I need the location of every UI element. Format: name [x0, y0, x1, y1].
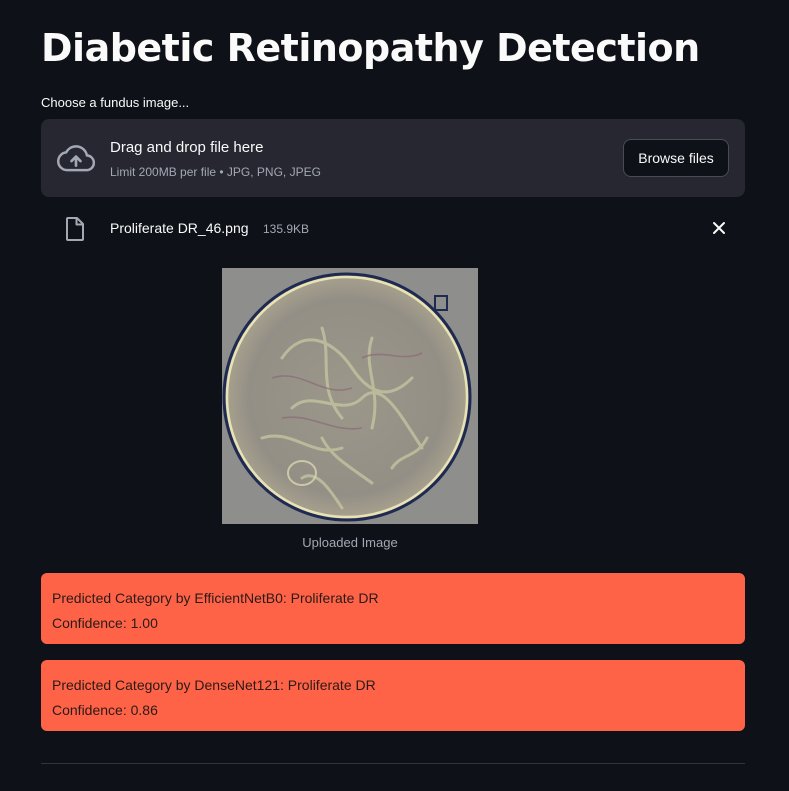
dropzone-instructions: Drag and drop file here: [110, 139, 264, 156]
uploaded-file-size: 135.9KB: [263, 222, 310, 236]
cloud-upload-icon: [57, 145, 95, 172]
prediction-result-densenet: Predicted Category by DenseNet121: Proli…: [41, 660, 745, 731]
prediction-confidence-text: Confidence: 0.86: [52, 702, 158, 718]
prediction-result-efficientnet: Predicted Category by EfficientNetB0: Pr…: [41, 573, 745, 644]
file-icon: [66, 217, 84, 241]
fundus-image-graphic: [222, 268, 478, 524]
prediction-confidence-text: Confidence: 1.00: [52, 615, 158, 631]
remove-file-close-icon[interactable]: [711, 220, 727, 236]
horizontal-divider: [41, 763, 745, 764]
file-dropzone[interactable]: Drag and drop file here Limit 200MB per …: [41, 119, 745, 197]
uploaded-file-item: Proliferate DR_46.png 135.9KB: [41, 211, 745, 245]
app-page: Diabetic Retinopathy Detection Choose a …: [0, 0, 789, 791]
browse-files-button[interactable]: Browse files: [623, 139, 729, 177]
uploaded-file-name: Proliferate DR_46.png: [110, 220, 249, 236]
prediction-category-text: Predicted Category by EfficientNetB0: Pr…: [52, 590, 379, 606]
prediction-category-text: Predicted Category by DenseNet121: Proli…: [52, 677, 376, 693]
dropzone-limit-text: Limit 200MB per file • JPG, PNG, JPEG: [110, 165, 321, 179]
page-title: Diabetic Retinopathy Detection: [41, 26, 700, 70]
uploaded-fundus-image: [222, 268, 478, 524]
uploader-label: Choose a fundus image...: [41, 95, 190, 110]
image-caption: Uploaded Image: [302, 535, 398, 550]
